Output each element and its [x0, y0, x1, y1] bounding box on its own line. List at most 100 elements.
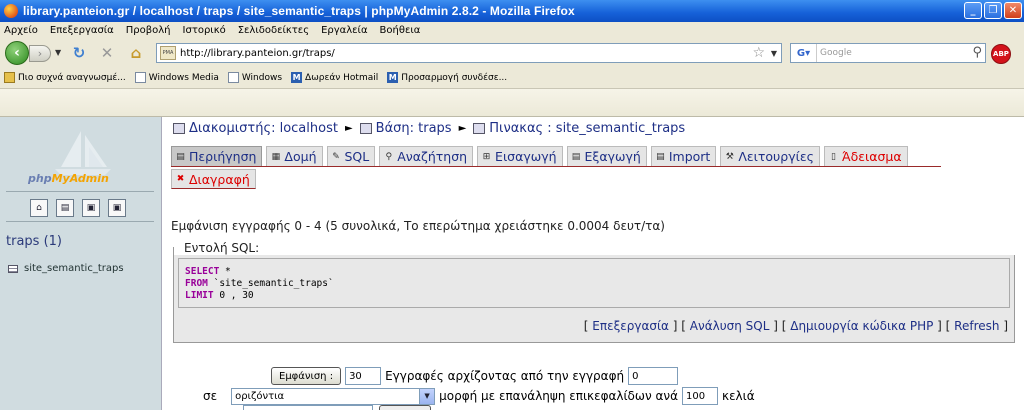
home-icon[interactable]: ⌂ — [127, 44, 145, 62]
breadcrumb-table[interactable]: Πινακας : site_semantic_traps — [489, 121, 685, 136]
sidebar-table-item[interactable]: site_semantic_traps — [8, 263, 124, 274]
table-name: site_semantic_traps — [24, 263, 124, 274]
page-icon — [134, 72, 146, 83]
create-php-code-link[interactable]: Δημιουργία κώδικα PHP — [790, 319, 933, 333]
site-favicon-icon: PMA — [160, 46, 176, 60]
sql-links: [ Επεξεργασία ] [ Ανάλυση SQL ] [ Δημιου… — [583, 319, 1008, 333]
divider — [6, 221, 154, 222]
tab-drop[interactable]: ✖ Διαγραφή — [171, 169, 256, 189]
search-icon[interactable]: ⚲ — [972, 45, 982, 60]
rows-label: Εγγραφές αρχίζοντας από την εγγραφή — [385, 369, 625, 383]
menu-file[interactable]: Αρχείο — [4, 25, 38, 36]
bookmark-star-icon[interactable]: ☆ — [752, 45, 765, 61]
repeat-headers-input[interactable]: 100 — [682, 387, 718, 405]
edit-link[interactable]: Επεξεργασία — [592, 319, 669, 333]
cutoff-controls — [171, 405, 431, 410]
tab-structure[interactable]: ▦ Δομή — [266, 146, 323, 166]
rows-input[interactable]: 30 — [345, 367, 382, 385]
close-button[interactable]: ✕ — [1004, 2, 1022, 19]
tab-search[interactable]: ⚲ Αναζήτηση — [379, 146, 474, 166]
database-link[interactable]: traps (1) — [6, 234, 62, 249]
bookmark-most-visited[interactable]: Πιο συχνά αναγνωσμέ... — [4, 72, 126, 83]
menu-edit[interactable]: Επεξεργασία — [50, 25, 114, 36]
menu-bookmarks[interactable]: Σελιδοδείκτες — [238, 25, 309, 36]
bookmark-customize-links[interactable]: M Προσαρμογή συνδέσε... — [387, 72, 507, 83]
sql-line: SELECT * — [185, 266, 231, 277]
forward-arrow-icon: › — [37, 47, 43, 60]
menu-history[interactable]: Ιστορικό — [183, 25, 226, 36]
home-icon[interactable]: ⌂ — [30, 199, 48, 217]
export-icon: ▤ — [571, 151, 581, 162]
documentation-icon[interactable]: ▣ — [82, 199, 100, 217]
table-tabs: ▤ Περιήγηση ▦ Δομή ✎ SQL ⚲ Αναζήτηση ⊞ Εισαγω… — [171, 145, 941, 189]
breadcrumb-server[interactable]: Διακομιστής: localhost — [189, 121, 338, 136]
search-icon: ⚲ — [385, 151, 393, 162]
tab-browse[interactable]: ▤ Περιήγηση — [171, 146, 263, 166]
sql-line: FROM `site_semantic_traps` — [185, 278, 334, 289]
database-icon — [359, 123, 372, 134]
bookmark-label: Πιο συχνά αναγνωσμέ... — [18, 72, 126, 83]
google-engine-icon[interactable]: G▾ — [791, 44, 817, 62]
window-titlebar: library.panteion.gr / localhost / traps … — [0, 0, 1024, 22]
display-mode-select[interactable]: οριζόντια ▼ — [231, 387, 436, 405]
tab-operations[interactable]: ⚒ Λειτουργίες — [720, 146, 820, 166]
repeat-label: μορφή με επανάληψη επικεφαλίδων ανά — [439, 389, 678, 403]
menu-view[interactable]: Προβολή — [126, 25, 171, 36]
bookmark-hotmail[interactable]: M Δωρεάν Hotmail — [291, 72, 378, 83]
url-bar[interactable]: PMA http://library.panteion.gr/traps/ ☆ … — [156, 43, 782, 63]
forward-button[interactable]: › — [29, 45, 51, 62]
tab-label: Άδειασμα — [841, 149, 902, 164]
chevron-down-icon: ▼ — [419, 388, 435, 404]
sql-query-text: SELECT * FROM `site_semantic_traps` LIMI… — [178, 258, 1010, 308]
tab-insert[interactable]: ⊞ Εισαγωγή — [477, 146, 563, 166]
back-arrow-icon: ‹ — [14, 45, 20, 61]
cutoff-select[interactable] — [243, 405, 373, 410]
maximize-button[interactable]: ❐ — [984, 2, 1002, 19]
sql-query-fieldset: Εντολή SQL: SELECT * FROM `site_semantic… — [173, 241, 1016, 343]
history-dropdown-icon[interactable]: ▼ — [55, 48, 61, 57]
query-window-icon[interactable]: ▤ — [56, 199, 74, 217]
breadcrumb-arrow-icon: ► — [344, 123, 353, 134]
breadcrumb-arrow-icon: ► — [458, 123, 467, 134]
reload-icon[interactable]: ↻ — [70, 44, 88, 62]
firefox-logo-icon — [4, 4, 18, 18]
sql-legend: Εντολή SQL: — [182, 241, 262, 255]
show-button[interactable]: Εμφάνιση : — [271, 367, 342, 385]
navigation-row: Εμφάνιση : 30 Εγγραφές αρχίζοντας από τη… — [271, 367, 682, 385]
tab-import[interactable]: ▤ Import — [650, 146, 717, 166]
refresh-link[interactable]: Refresh — [954, 319, 999, 333]
divider — [6, 191, 154, 192]
tab-label: Διαγραφή — [189, 171, 250, 187]
empty-icon: ▯ — [830, 151, 836, 162]
stop-icon[interactable]: ✕ — [98, 44, 116, 62]
url-text: http://library.panteion.gr/traps/ — [180, 47, 335, 59]
bookmark-label: Δωρεάν Hotmail — [305, 72, 379, 83]
phpmyadmin-logo-icon[interactable] — [25, 127, 137, 197]
cells-label: κελιά — [722, 389, 755, 403]
adblock-plus-icon[interactable]: ABP — [991, 44, 1011, 64]
start-row-input[interactable]: 0 — [628, 367, 679, 385]
left-navigation-frame: phpMyAdmin ⌂ ▤ ▣ ▣ traps (1) site_semant… — [0, 117, 162, 410]
breadcrumb-database[interactable]: Βάση: traps — [376, 121, 452, 136]
toolbar-spacer — [0, 89, 1024, 117]
insert-icon: ⊞ — [482, 151, 491, 162]
bookmark-windows[interactable]: Windows — [227, 72, 282, 83]
minimize-button[interactable]: _ — [964, 2, 982, 19]
cutoff-button[interactable] — [379, 405, 431, 410]
search-box[interactable]: G▾ Google ⚲ — [790, 43, 986, 63]
url-dropdown-icon[interactable]: ▼ — [771, 49, 777, 58]
menu-help[interactable]: Βοήθεια — [380, 25, 421, 36]
bookmark-windows-media[interactable]: Windows Media — [134, 72, 219, 83]
menu-tools[interactable]: Εργαλεία — [321, 25, 367, 36]
in-label: σε — [203, 389, 218, 403]
browse-icon: ▤ — [176, 151, 185, 162]
tab-sql[interactable]: ✎ SQL — [326, 146, 376, 166]
docs-sql-icon[interactable]: ▣ — [108, 199, 126, 217]
phpmyadmin-logo-text[interactable]: phpMyAdmin — [28, 172, 109, 185]
explain-sql-link[interactable]: Ανάλυση SQL — [690, 319, 770, 333]
tab-export[interactable]: ▤ Εξαγωγή — [566, 146, 647, 166]
back-button[interactable]: ‹ — [5, 41, 29, 65]
bookmarks-toolbar: Πιο συχνά αναγνωσμέ... Windows Media Win… — [0, 67, 1024, 89]
tab-label: Λειτουργίες — [738, 149, 814, 164]
tab-empty[interactable]: ▯ Άδειασμα — [823, 146, 908, 166]
